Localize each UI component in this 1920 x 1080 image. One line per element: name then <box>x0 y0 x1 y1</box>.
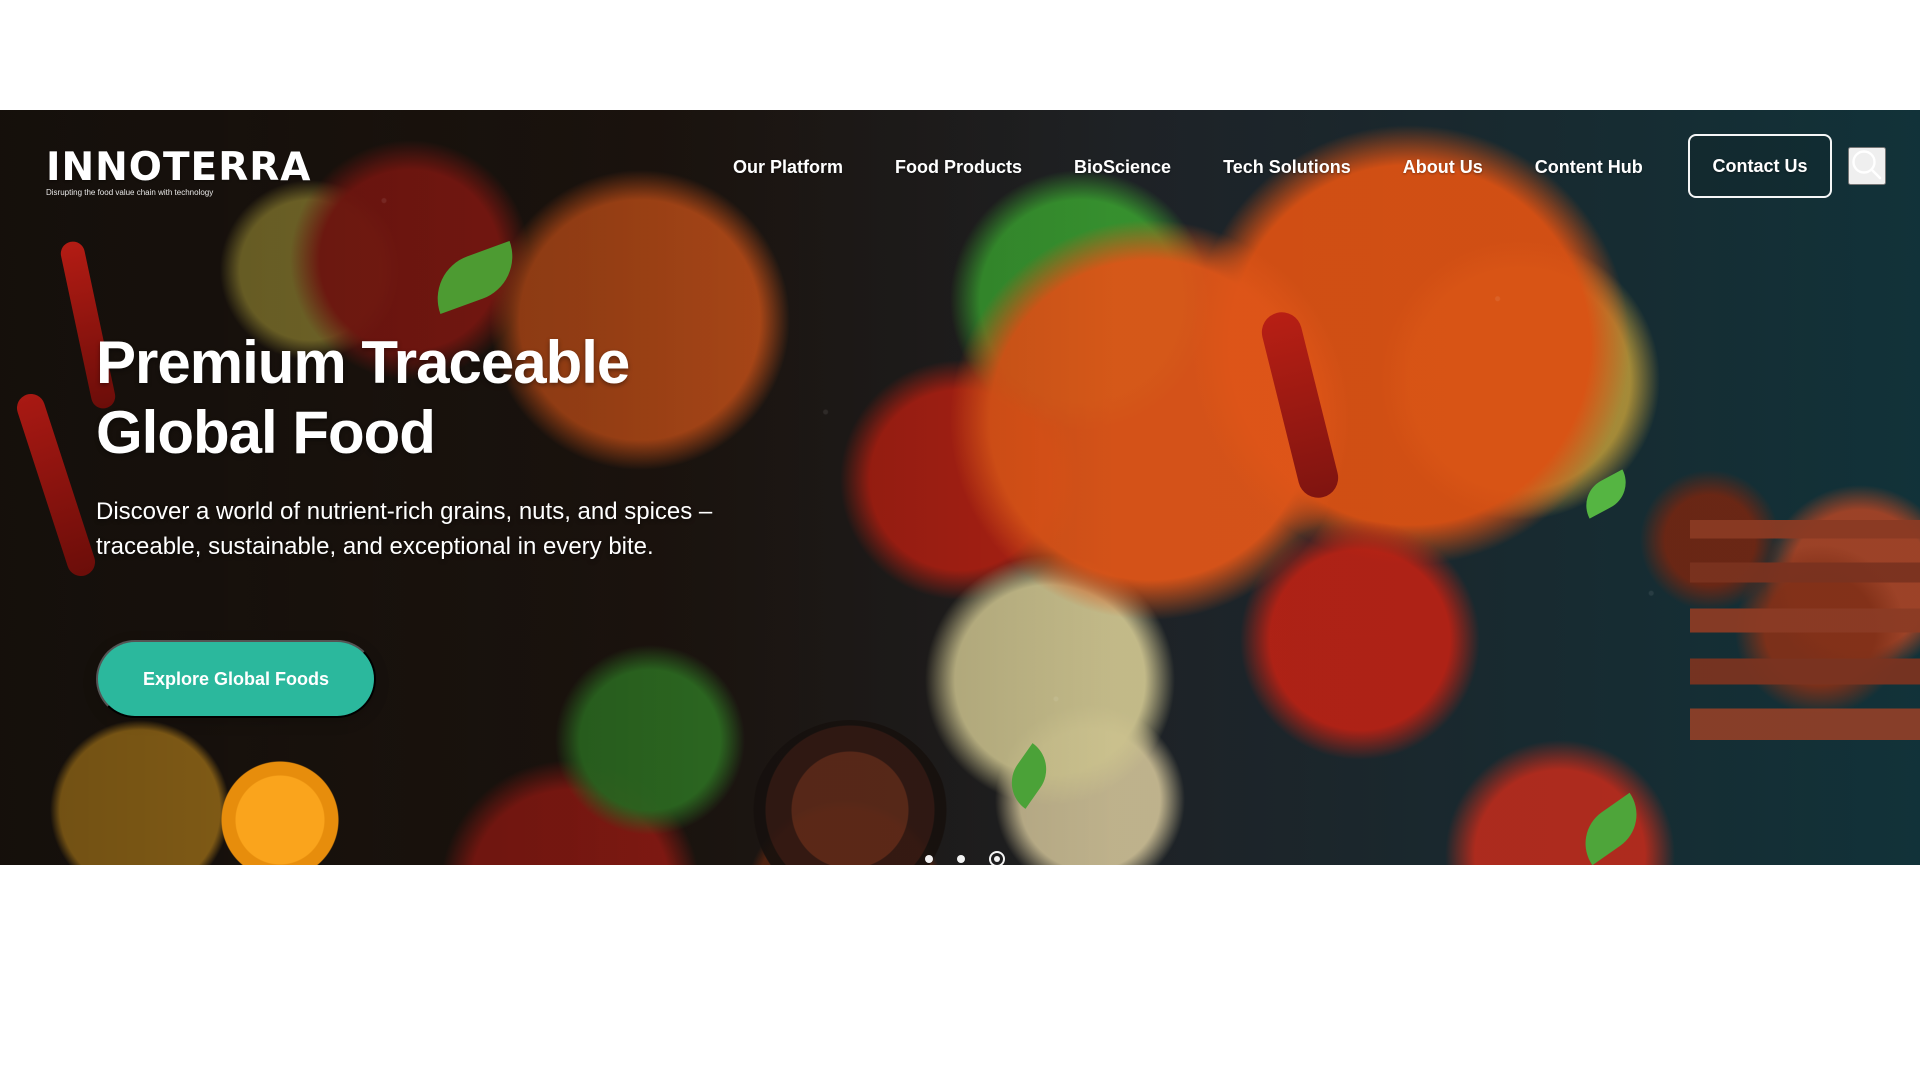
turmeric-bowl-decoration <box>210 750 350 865</box>
hero-banner: INNOTERRA Disrupting the food value chai… <box>0 110 1920 865</box>
nav-tech-solutions[interactable]: Tech Solutions <box>1223 158 1351 176</box>
carousel-dot-2[interactable] <box>957 855 965 863</box>
contact-us-button[interactable]: Contact Us <box>1688 134 1832 198</box>
nav-about-us[interactable]: About Us <box>1403 158 1483 176</box>
cinnamon-decoration <box>1690 520 1920 740</box>
star-anise-bowl-decoration <box>750 720 950 865</box>
nav-our-platform[interactable]: Our Platform <box>733 158 843 176</box>
brand-logo[interactable]: INNOTERRA Disrupting the food value chai… <box>46 145 312 198</box>
leaf-decoration <box>425 240 525 315</box>
leaf-decoration <box>999 743 1059 809</box>
bottom-whitespace <box>0 865 1920 1080</box>
leaf-decoration <box>1570 792 1652 865</box>
nav-bioscience[interactable]: BioScience <box>1074 158 1171 176</box>
leaf-decoration <box>1576 469 1636 519</box>
top-whitespace <box>0 0 1920 110</box>
carousel-dot-1[interactable] <box>925 855 933 863</box>
explore-global-foods-button[interactable]: Explore Global Foods <box>96 640 376 718</box>
hero-content: Premium Traceable Global Food Discover a… <box>96 328 816 564</box>
search-button[interactable] <box>1848 147 1886 185</box>
chili-decoration <box>1257 307 1343 503</box>
nav-food-products[interactable]: Food Products <box>895 158 1022 176</box>
chili-decoration <box>13 390 99 580</box>
brand-tagline: Disrupting the food value chain with tec… <box>46 188 214 197</box>
carousel-dot-3[interactable] <box>989 851 1005 865</box>
search-icon <box>1850 148 1884 185</box>
carousel-pagination <box>925 851 1005 865</box>
brand-name: INNOTERRA <box>46 145 312 190</box>
site-header: INNOTERRA Disrupting the food value chai… <box>0 134 1920 204</box>
nav-content-hub[interactable]: Content Hub <box>1535 158 1643 176</box>
hero-subtitle: Discover a world of nutrient-rich grains… <box>96 498 713 560</box>
main-navigation: Our Platform Food Products BioScience Te… <box>733 150 1643 184</box>
hero-title: Premium Traceable Global Food <box>96 329 630 466</box>
